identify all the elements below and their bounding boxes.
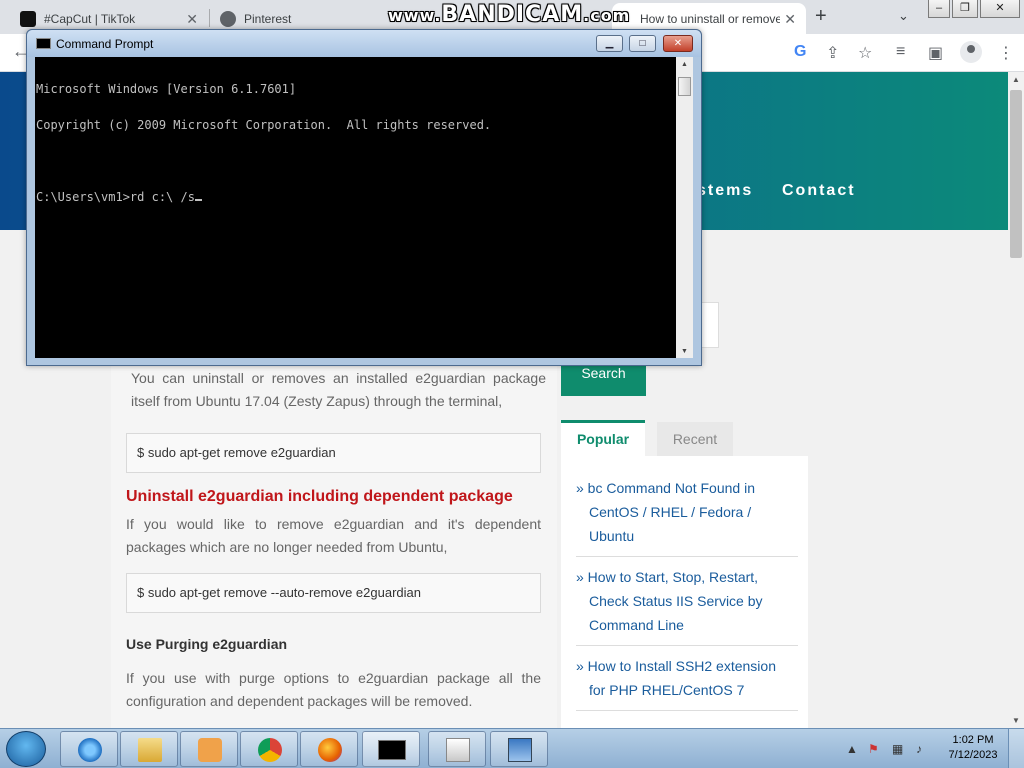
restore-window-button[interactable]: ❐ [952, 0, 978, 18]
cmd-app-icon [36, 38, 51, 49]
heading-purging: Use Purging e2guardian [126, 636, 288, 652]
clock-time: 1:02 PM [952, 734, 994, 746]
share-icon[interactable]: ⇪ [826, 43, 839, 63]
scroll-up-arrow-icon[interactable]: ▲ [1012, 75, 1020, 84]
cmd-title-bar[interactable]: Command Prompt ▁ □ ✕ [27, 30, 701, 57]
reading-list-icon[interactable]: ≡ [896, 43, 905, 61]
show-desktop-button[interactable] [1008, 729, 1024, 768]
divider [576, 556, 798, 557]
tab-title: #CapCut | TikTok [44, 11, 136, 26]
documents-icon [446, 738, 470, 762]
heading-dependent-package: Uninstall e2guardian including dependent… [126, 488, 513, 505]
internet-explorer-icon [78, 738, 102, 762]
tab-separator [209, 9, 210, 27]
console-line: Microsoft Windows [Version 6.1.7601] [36, 82, 297, 96]
cmd-console[interactable]: Microsoft Windows [Version 6.1.7601] Cop… [35, 57, 676, 358]
minimize-window-button[interactable]: ‒ [928, 0, 950, 18]
side-panel-icon[interactable]: ▣ [928, 43, 943, 63]
start-button[interactable] [6, 731, 46, 767]
taskbar-firefox[interactable] [300, 731, 358, 767]
console-input-line: C:\Users\vm1>rd c:\ /s [36, 190, 195, 204]
divider [576, 710, 798, 711]
dependent-paragraph: If you would like to remove e2guardian a… [126, 516, 541, 555]
close-tab-icon[interactable]: ✕ [784, 11, 796, 28]
profile-avatar[interactable] [960, 41, 982, 63]
bookmark-star-icon[interactable]: ☆ [858, 43, 872, 63]
menu-icon[interactable]: ⋮ [998, 43, 1014, 63]
tab-search-icon[interactable]: ⌄ [898, 8, 909, 24]
cmd-title: Command Prompt [56, 37, 154, 51]
firefox-icon [318, 738, 342, 762]
cmd-minimize-button[interactable]: ▁ [596, 35, 623, 52]
taskbar-command-prompt[interactable] [362, 731, 420, 767]
taskbar-documents[interactable] [428, 731, 486, 767]
volume-icon[interactable]: ♪ [916, 742, 922, 756]
scroll-down-arrow-icon[interactable]: ▼ [1012, 716, 1020, 725]
divider [576, 645, 798, 646]
network-app-icon [508, 738, 532, 762]
close-tab-icon[interactable]: ✕ [186, 11, 198, 28]
tiktok-icon [20, 10, 36, 27]
system-clock[interactable]: 1:02 PM 7/12/2023 [946, 733, 1000, 763]
tab-title: How to uninstall or remove [640, 11, 780, 26]
nav-contact[interactable]: Contact [782, 182, 856, 200]
tab-recent[interactable]: Recent [657, 422, 733, 456]
intro-paragraph: You can uninstall or removes an installe… [131, 370, 546, 409]
media-player-icon [198, 738, 222, 762]
command-prompt-window[interactable]: Command Prompt ▁ □ ✕ Microsoft Windows [… [26, 29, 702, 366]
tab-popular[interactable]: Popular [561, 420, 645, 456]
chrome-icon [258, 738, 282, 762]
close-window-button[interactable]: ✕ [980, 0, 1020, 18]
network-icon[interactable]: ▦ [892, 742, 903, 756]
clock-date: 7/12/2023 [948, 749, 998, 761]
taskbar-chrome[interactable] [240, 731, 298, 767]
action-center-icon[interactable]: ⚑ [868, 742, 879, 756]
popular-link-bc-command[interactable]: » bc Command Not Found in CentOS / RHEL … [576, 476, 798, 548]
cmd-scrollbar[interactable] [676, 57, 693, 358]
cmd-scrollbar-thumb[interactable] [678, 77, 691, 96]
cmd-maximize-button[interactable]: □ [629, 35, 656, 52]
purge-paragraph: If you use with purge options to e2guard… [126, 670, 541, 709]
cmd-close-button[interactable]: ✕ [663, 35, 693, 52]
globe-icon [220, 10, 236, 27]
taskbar-network-app[interactable] [490, 731, 548, 767]
taskbar-media-player[interactable] [180, 731, 238, 767]
tab-title: Pinterest [244, 11, 292, 26]
console-line: Copyright (c) 2009 Microsoft Corporation… [36, 118, 492, 132]
command-prompt-icon [378, 740, 406, 760]
cmd-scroll-up-icon[interactable]: ▲ [681, 61, 688, 68]
new-tab-button[interactable]: + [815, 5, 827, 28]
taskbar-file-explorer[interactable] [120, 731, 178, 767]
popular-link-ssh2-extension[interactable]: » How to Install SSH2 extension for PHP … [576, 654, 798, 702]
code-block-auto-remove: $ sudo apt-get remove --auto-remove e2gu… [126, 573, 541, 613]
nav-systems[interactable]: stems [697, 182, 753, 200]
bandicam-watermark: www.BANDICAM.com [388, 2, 631, 27]
text-cursor [194, 199, 202, 201]
page-scrollbar-thumb[interactable] [1010, 90, 1022, 258]
popular-link-iis-service[interactable]: » How to Start, Stop, Restart, Check Sta… [576, 565, 798, 637]
taskbar-internet-explorer[interactable] [60, 731, 118, 767]
google-icon[interactable]: G [794, 43, 806, 61]
code-block-remove: $ sudo apt-get remove e2guardian [126, 433, 541, 473]
show-hidden-icons-icon[interactable]: ▲ [846, 742, 858, 756]
cmd-scroll-down-icon[interactable]: ▼ [681, 348, 688, 355]
folder-icon [138, 738, 162, 762]
